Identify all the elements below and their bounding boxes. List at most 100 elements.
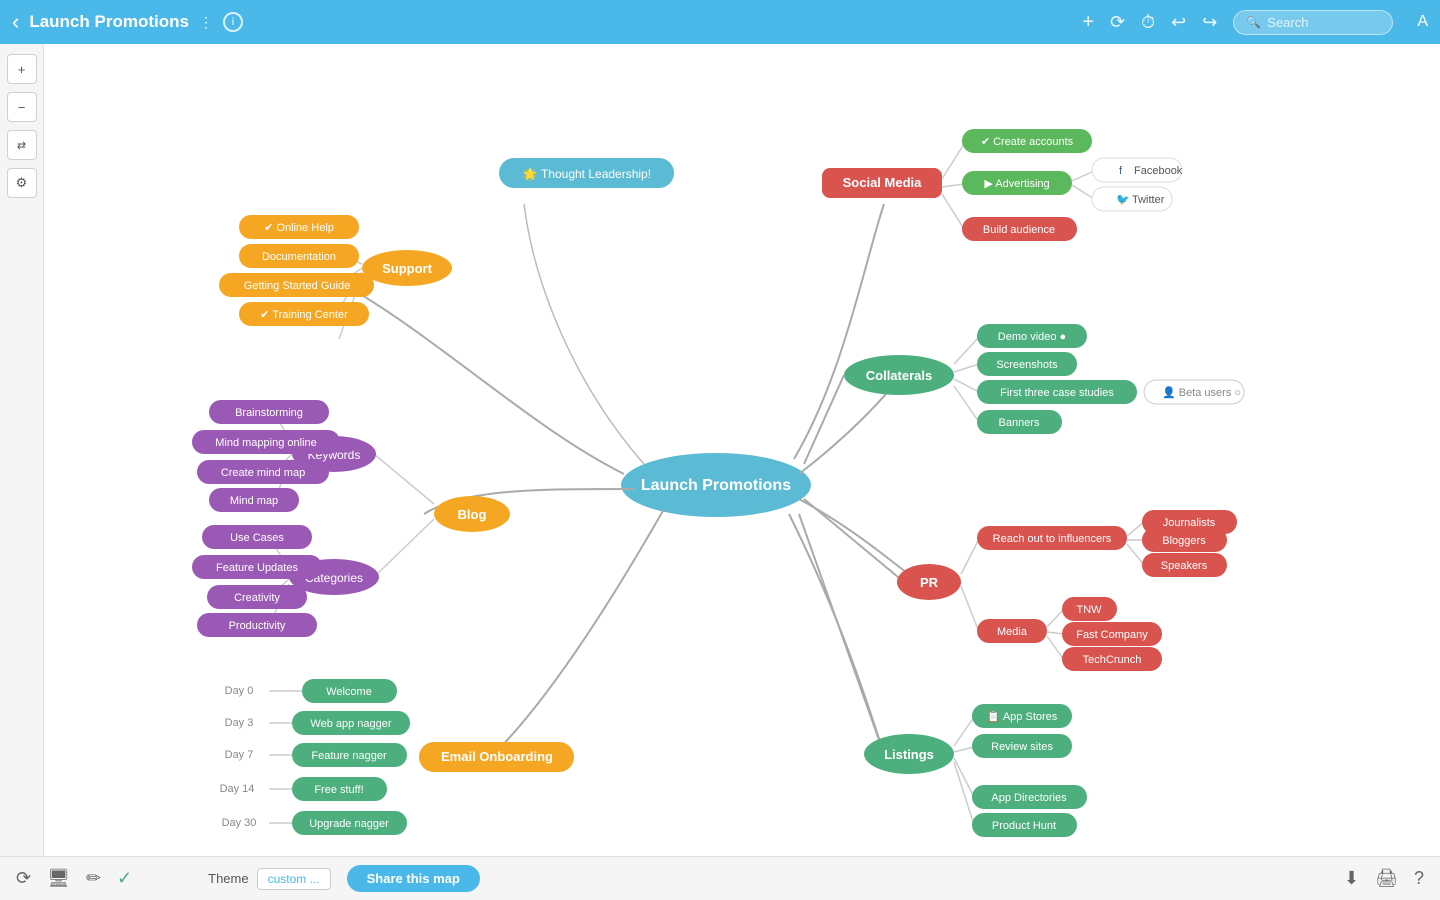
check-icon[interactable]: ✓ — [117, 868, 132, 889]
theme-button[interactable]: custom ... — [257, 868, 331, 890]
svg-text:▶ Advertising: ▶ Advertising — [984, 178, 1049, 190]
media-node[interactable]: Media — [977, 619, 1047, 643]
svg-text:✔ Online Help: ✔ Online Help — [264, 222, 334, 234]
zoom-out-button[interactable]: − — [7, 92, 37, 122]
techcrunch-node[interactable]: TechCrunch — [1062, 647, 1162, 671]
header: ‹ Launch Promotions ⋮ i + ⟳ ⏱ ↩ ↪ 🔍 A — [0, 0, 1440, 44]
free-stuff-node[interactable]: Free stuff! — [292, 777, 387, 801]
getting-started-node[interactable]: Getting Started Guide — [219, 273, 374, 297]
history-button[interactable]: ⟳ — [1110, 12, 1125, 33]
reach-out-node[interactable]: Reach out to influencers — [977, 526, 1127, 550]
undo-button[interactable]: ↩ — [1171, 12, 1186, 33]
speakers-node[interactable]: Speakers — [1142, 553, 1227, 577]
brainstorming-node[interactable]: Brainstorming — [209, 400, 329, 424]
svg-text:Collaterals: Collaterals — [866, 368, 932, 383]
listings-node[interactable]: Listings — [864, 734, 954, 774]
help-icon[interactable]: ? — [1414, 868, 1424, 889]
advertising-node[interactable]: ▶ Advertising — [962, 171, 1072, 195]
fast-company-node[interactable]: Fast Company — [1062, 622, 1162, 646]
svg-text:Demo video ●: Demo video ● — [998, 331, 1066, 343]
welcome-node[interactable]: Welcome — [302, 679, 397, 703]
twitter-node[interactable]: 🐦 Twitter — [1092, 187, 1172, 211]
blog-node[interactable]: Blog — [434, 496, 510, 532]
product-hunt-node[interactable]: Product Hunt — [972, 813, 1077, 837]
thought-leadership-node[interactable]: 🌟 Thought Leadership! — [499, 158, 674, 188]
svg-text:App Directories: App Directories — [991, 792, 1067, 804]
mind-mapping-online-node[interactable]: Mind mapping online — [192, 430, 340, 454]
bottom-right-tools: ⬇ 🖨 ? — [1344, 868, 1424, 889]
svg-text:Free stuff!: Free stuff! — [314, 784, 363, 796]
svg-text:Mind mapping online: Mind mapping online — [215, 437, 317, 449]
feature-nagger-node[interactable]: Feature nagger — [292, 743, 407, 767]
svg-text:Mind map: Mind map — [230, 495, 278, 507]
svg-text:Social Media: Social Media — [843, 175, 923, 190]
svg-text:Welcome: Welcome — [326, 686, 372, 698]
svg-text:Twitter: Twitter — [1132, 194, 1165, 206]
mind-map-node[interactable]: Mind map — [209, 488, 299, 512]
info-button[interactable]: i — [223, 12, 243, 32]
zoom-in-button[interactable]: + — [7, 54, 37, 84]
download-icon[interactable]: ⬇ — [1344, 868, 1359, 889]
back-button[interactable]: ‹ — [12, 9, 19, 35]
create-accounts-node[interactable]: ✔ Create accounts — [962, 129, 1092, 153]
timer-button[interactable]: ⏱ — [1141, 12, 1155, 33]
svg-text:Creativity: Creativity — [234, 592, 280, 604]
edit-icon[interactable]: ✏ — [86, 868, 101, 889]
svg-text:Bloggers: Bloggers — [1162, 535, 1206, 547]
documentation-node[interactable]: Documentation — [239, 244, 359, 268]
history-icon[interactable]: ⟳ — [16, 868, 31, 889]
support-node[interactable]: Support — [362, 250, 452, 286]
share-button[interactable]: Share this map — [347, 865, 480, 892]
web-app-nagger-node[interactable]: Web app nagger — [292, 711, 410, 735]
header-right-tools: + ⟳ ⏱ ↩ ↪ 🔍 A — [1082, 10, 1428, 35]
settings-button[interactable]: ⚙ — [7, 168, 37, 198]
pr-node[interactable]: PR — [897, 564, 961, 600]
svg-text:Facebook: Facebook — [1134, 165, 1183, 177]
productivity-node[interactable]: Productivity — [197, 613, 317, 637]
desktop-icon[interactable]: 🖥 — [47, 868, 70, 889]
feature-updates-node[interactable]: Feature Updates — [192, 555, 322, 579]
screenshots-node[interactable]: Screenshots — [977, 352, 1077, 376]
training-center-node[interactable]: ✔ Training Center — [239, 302, 369, 326]
upgrade-nagger-node[interactable]: Upgrade nagger — [292, 811, 407, 835]
use-cases-node[interactable]: Use Cases — [202, 525, 312, 549]
svg-text:TechCrunch: TechCrunch — [1083, 654, 1142, 666]
canvas-area: + − ⇄ ⚙ .node-label { font-family: -appl… — [0, 44, 1440, 856]
bloggers-node[interactable]: Bloggers — [1142, 528, 1227, 552]
font-size-icon[interactable]: A — [1417, 13, 1428, 31]
svg-text:✔ Create accounts: ✔ Create accounts — [981, 136, 1074, 148]
shuffle-button[interactable]: ⇄ — [7, 130, 37, 160]
redo-button[interactable]: ↪ — [1202, 12, 1217, 33]
title-menu-arrow[interactable]: ⋮ — [199, 14, 213, 31]
svg-text:👤 Beta users ○: 👤 Beta users ○ — [1162, 386, 1241, 399]
svg-text:Create mind map: Create mind map — [221, 467, 305, 479]
left-sidebar: + − ⇄ ⚙ — [0, 44, 44, 856]
print-icon[interactable]: 🖨 — [1375, 868, 1398, 889]
first-three-case-studies-node[interactable]: First three case studies — [977, 380, 1137, 404]
email-onboarding-node[interactable]: Email Onboarding — [419, 742, 574, 772]
app-stores-node[interactable]: 📋 App Stores — [972, 704, 1072, 728]
search-box[interactable]: 🔍 — [1233, 10, 1393, 35]
creativity-node[interactable]: Creativity — [207, 585, 307, 609]
banners-node[interactable]: Banners — [977, 410, 1062, 434]
svg-text:Product Hunt: Product Hunt — [992, 820, 1056, 832]
tnw-node[interactable]: TNW — [1062, 597, 1117, 621]
svg-text:PR: PR — [920, 575, 939, 590]
svg-text:Speakers: Speakers — [1161, 560, 1208, 572]
search-input[interactable] — [1267, 15, 1377, 30]
online-help-node[interactable]: ✔ Online Help — [239, 215, 359, 239]
add-button[interactable]: + — [1082, 11, 1094, 34]
collaterals-node[interactable]: Collaterals — [844, 355, 954, 395]
demo-video-node[interactable]: Demo video ● — [977, 324, 1087, 348]
svg-text:Use Cases: Use Cases — [230, 532, 284, 544]
social-media-node[interactable]: Social Media — [822, 168, 942, 198]
svg-text:Day 14: Day 14 — [220, 783, 255, 795]
create-mind-map-node[interactable]: Create mind map — [197, 460, 329, 484]
facebook-node[interactable]: f Facebook — [1092, 158, 1183, 182]
app-directories-node[interactable]: App Directories — [972, 785, 1087, 809]
beta-users-node[interactable]: 👤 Beta users ○ — [1144, 380, 1244, 404]
center-node[interactable]: Launch Promotions — [621, 453, 811, 517]
build-audience-node[interactable]: Build audience — [962, 217, 1077, 241]
svg-text:Build audience: Build audience — [983, 224, 1055, 236]
review-sites-node[interactable]: Review sites — [972, 734, 1072, 758]
